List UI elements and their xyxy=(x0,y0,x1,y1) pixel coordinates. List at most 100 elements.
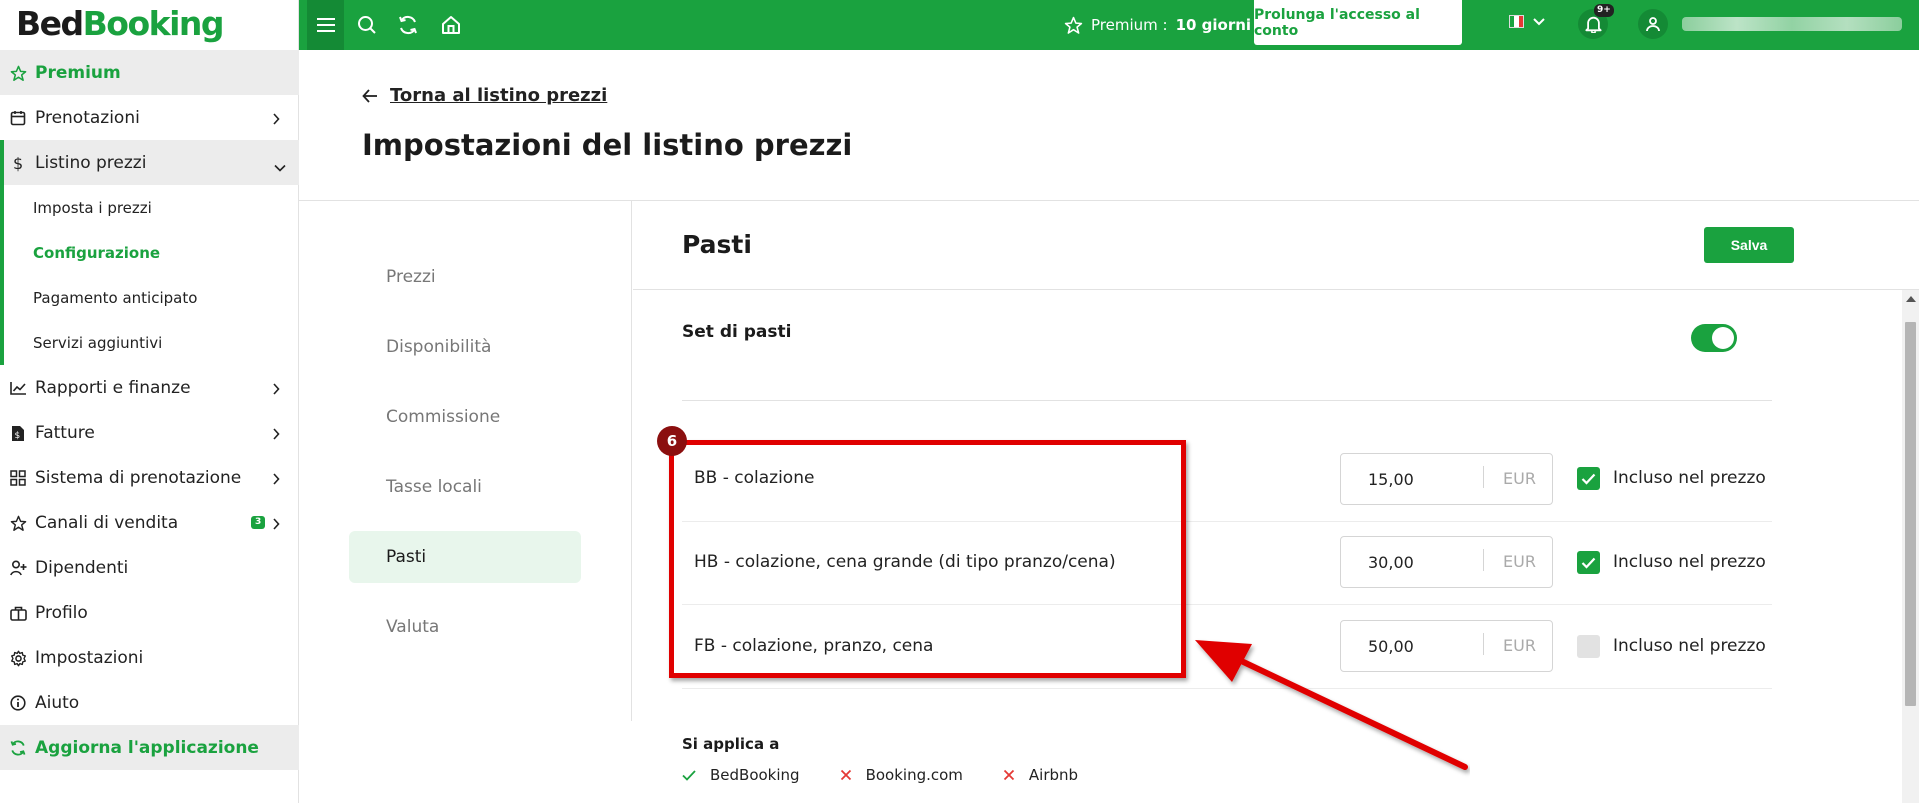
extend-access-button[interactable]: Prolunga l'accesso al conto xyxy=(1254,0,1462,45)
price-input-bb[interactable]: 15,00 EUR xyxy=(1340,453,1553,505)
sidebar-item-canali-vendita[interactable]: Canali di vendita 3 xyxy=(0,500,299,545)
briefcase-icon xyxy=(9,604,27,622)
save-button[interactable]: Salva xyxy=(1704,227,1794,263)
price-value: 15,00 xyxy=(1368,470,1414,489)
back-to-price-list-link[interactable]: Torna al listino prezzi xyxy=(362,85,607,106)
chevron-right-icon xyxy=(272,425,280,445)
channel-airbnb: Airbnb xyxy=(1003,766,1078,784)
panel-divider xyxy=(633,289,1919,290)
sidebar-item-fatture[interactable]: $ Fatture xyxy=(0,410,299,455)
sidebar-item-premium[interactable]: Premium xyxy=(0,50,299,95)
sidebar-item-label: Prenotazioni xyxy=(35,107,140,128)
included-label-bb: Incluso nel prezzo xyxy=(1613,468,1766,488)
tab-pasti[interactable]: Pasti xyxy=(349,531,581,583)
channel-bedbooking: BedBooking xyxy=(682,766,800,784)
chevron-right-icon xyxy=(272,110,280,130)
tab-label: Valuta xyxy=(386,617,440,637)
input-divider xyxy=(1483,549,1484,571)
sidebar-subitem-label: Servizi aggiuntivi xyxy=(33,333,163,352)
channel-label: Airbnb xyxy=(1028,766,1079,784)
avatar xyxy=(1638,9,1668,39)
sidebar-subitem-label: Pagamento anticipato xyxy=(33,288,198,307)
included-checkbox-fb[interactable] xyxy=(1577,635,1600,658)
sidebar-item-label: Sistema di prenotazione xyxy=(35,467,242,488)
premium-label: Premium : xyxy=(1091,16,1168,34)
sidebar-item-label: Canali di vendita xyxy=(35,512,179,533)
tab-label: Tasse locali xyxy=(386,477,482,497)
scroll-up-arrow-icon[interactable] xyxy=(1906,296,1916,302)
sidebar-item-aggiorna[interactable]: Aggiorna l'applicazione xyxy=(0,725,299,770)
sidebar-item-dipendenti[interactable]: Dipendenti xyxy=(0,545,299,590)
hamburger-icon xyxy=(316,18,335,32)
search-button[interactable] xyxy=(354,12,380,38)
tab-commissione[interactable]: Commissione xyxy=(349,391,581,443)
tab-valuta[interactable]: Valuta xyxy=(349,601,581,653)
tab-prezzi[interactable]: Prezzi xyxy=(349,251,581,303)
tab-tasse-locali[interactable]: Tasse locali xyxy=(349,461,581,513)
channel-label: BedBooking xyxy=(710,766,800,784)
sidebar-item-label: Dipendenti xyxy=(35,557,129,578)
section-divider xyxy=(682,400,1772,401)
logo-area[interactable]: BedBooking xyxy=(0,0,299,50)
language-selector[interactable] xyxy=(1509,15,1546,28)
logo-booking: Booking xyxy=(82,4,225,43)
settings-tabs: Prezzi Disponibilità Commissione Tasse l… xyxy=(299,201,632,721)
annotation-step-badge: 6 xyxy=(657,426,687,456)
svg-text:$: $ xyxy=(13,154,23,172)
sidebar-subitem-configurazione[interactable]: Configurazione xyxy=(0,230,299,275)
included-checkbox-hb[interactable] xyxy=(1577,551,1600,574)
tab-disponibilita[interactable]: Disponibilità xyxy=(349,321,581,373)
chevron-right-icon xyxy=(272,515,280,535)
sidebar-item-sistema-prenotazione[interactable]: Sistema di prenotazione xyxy=(0,455,299,500)
check-icon xyxy=(682,769,696,781)
refresh-icon xyxy=(399,15,417,35)
bell-icon xyxy=(1584,16,1602,33)
panel-title: Pasti xyxy=(682,230,752,259)
toggle-knob xyxy=(1712,327,1734,349)
hamburger-menu-button[interactable] xyxy=(307,0,344,50)
tab-label: Pasti xyxy=(386,547,427,567)
currency-label: EUR xyxy=(1503,636,1536,655)
sidebar-item-profilo[interactable]: Profilo xyxy=(0,590,299,635)
sidebar: Premium Prenotazioni $ Listino prezzi Im… xyxy=(0,50,299,803)
meal-set-toggle[interactable] xyxy=(1691,324,1737,352)
sidebar-item-prenotazioni[interactable]: Prenotazioni xyxy=(0,95,299,140)
sidebar-subitem-servizi-aggiuntivi[interactable]: Servizi aggiuntivi xyxy=(0,320,299,365)
sidebar-item-label: Aiuto xyxy=(35,692,80,713)
home-button[interactable] xyxy=(438,12,464,38)
user-menu[interactable] xyxy=(1638,9,1902,39)
back-link-label: Torna al listino prezzi xyxy=(390,85,608,106)
user-add-icon xyxy=(9,559,27,577)
sidebar-subitem-label: Configurazione xyxy=(33,243,161,262)
sidebar-subitem-imposta-prezzi[interactable]: Imposta i prezzi xyxy=(0,185,299,230)
refresh-icon xyxy=(9,739,27,757)
home-icon xyxy=(442,16,460,34)
included-label-hb: Incluso nel prezzo xyxy=(1613,552,1766,572)
info-icon xyxy=(9,694,27,712)
premium-status: Premium : 10 giorni xyxy=(1064,0,1251,50)
applies-to-title: Si applica a xyxy=(682,735,780,753)
sidebar-item-impostazioni[interactable]: Impostazioni xyxy=(0,635,299,680)
included-checkbox-bb[interactable] xyxy=(1577,467,1600,490)
meal-set-label: Set di pasti xyxy=(682,322,792,342)
sidebar-subitem-pagamento-anticipato[interactable]: Pagamento anticipato xyxy=(0,275,299,320)
sidebar-item-rapporti[interactable]: Rapporti e finanze xyxy=(0,365,299,410)
page-title: Impostazioni del listino prezzi xyxy=(362,128,853,162)
arrow-left-icon xyxy=(362,88,377,103)
sidebar-item-label: Fatture xyxy=(35,422,95,443)
price-input-hb[interactable]: 30,00 EUR xyxy=(1340,536,1553,588)
scrollbar[interactable] xyxy=(1902,290,1919,803)
gear-icon xyxy=(9,649,27,667)
star-icon xyxy=(1064,16,1083,34)
channel-label: Booking.com xyxy=(865,766,963,784)
invoice-icon: $ xyxy=(9,424,27,442)
notifications-button[interactable]: 9+ xyxy=(1578,4,1614,39)
refresh-button[interactable] xyxy=(395,12,421,38)
checkmark-icon xyxy=(1581,473,1596,485)
scroll-thumb[interactable] xyxy=(1905,322,1916,706)
blurred-username xyxy=(1682,17,1902,31)
logo: BedBooking xyxy=(16,4,225,44)
tab-label: Disponibilità xyxy=(386,337,492,357)
sidebar-item-listino-prezzi[interactable]: $ Listino prezzi xyxy=(0,140,299,185)
sidebar-item-aiuto[interactable]: Aiuto xyxy=(0,680,299,725)
